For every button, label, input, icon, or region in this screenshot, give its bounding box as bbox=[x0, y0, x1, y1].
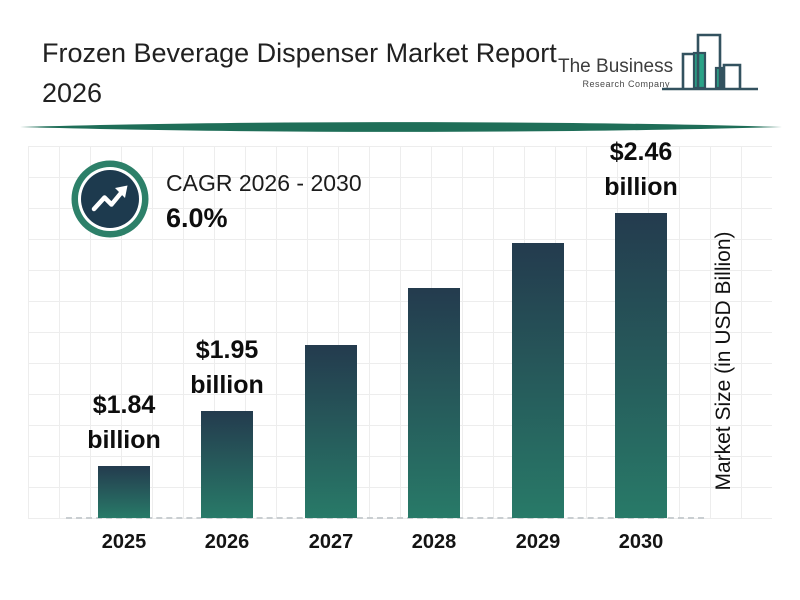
trend-up-icon bbox=[70, 159, 150, 239]
logo-company-name: The Business bbox=[558, 56, 670, 78]
bar-chart-logo-icon bbox=[658, 32, 762, 92]
x-axis-label-2030: 2030 bbox=[596, 531, 686, 554]
x-axis-label-2026: 2026 bbox=[182, 531, 272, 554]
x-axis-label-2025: 2025 bbox=[79, 531, 169, 554]
bar-2029 bbox=[512, 243, 564, 518]
page-title-line1: Frozen Beverage Dispenser Market Report bbox=[42, 33, 602, 73]
x-axis-label-2027: 2027 bbox=[286, 531, 376, 554]
cagr-value: 6.0% bbox=[166, 203, 228, 234]
logo-tagline: Research Company bbox=[558, 79, 670, 89]
bar-2027 bbox=[305, 345, 357, 518]
x-axis-label-2029: 2029 bbox=[493, 531, 583, 554]
bar-2025 bbox=[98, 466, 150, 518]
bar-2026 bbox=[201, 411, 253, 518]
chart-baseline bbox=[66, 517, 704, 519]
divider-line bbox=[0, 119, 800, 135]
infographic-page: Frozen Beverage Dispenser Market Report … bbox=[0, 0, 800, 600]
x-axis-label-2028: 2028 bbox=[389, 531, 479, 554]
value-label-2030: $2.46billion bbox=[566, 135, 716, 205]
page-title: Frozen Beverage Dispenser Market Report … bbox=[42, 33, 602, 113]
cagr-period-label: CAGR 2026 - 2030 bbox=[166, 170, 362, 197]
bar-2028 bbox=[408, 288, 460, 518]
logo-text: The Business Research Company bbox=[558, 56, 670, 89]
y-axis-label: Market Size (in USD Billion) bbox=[712, 231, 736, 491]
page-title-line2: 2026 bbox=[42, 73, 602, 113]
bar-2030 bbox=[615, 213, 667, 518]
value-label-2026: $1.95billion bbox=[152, 333, 302, 403]
